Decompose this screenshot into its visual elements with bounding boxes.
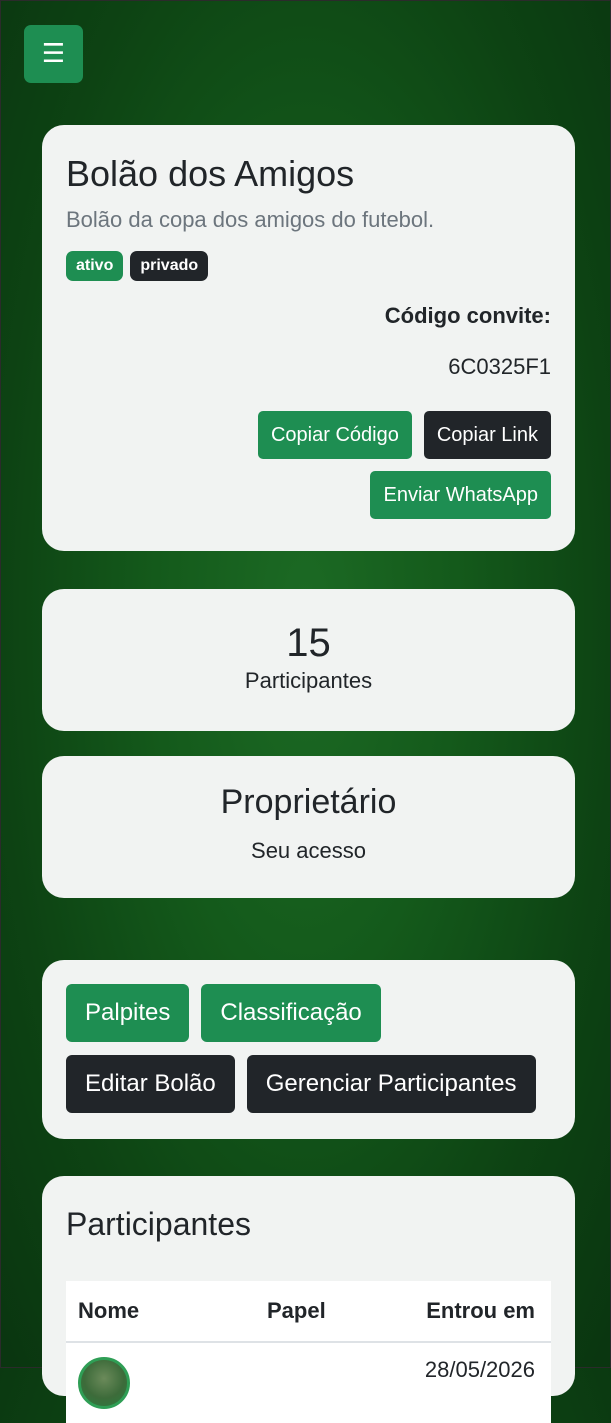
actions-row-primary: Palpites Classificação (66, 984, 551, 1042)
participants-card: Participantes Nome Papel Entrou em 28/05… (42, 1176, 575, 1423)
participants-count-label: Participantes (244, 668, 373, 693)
invite-code-value: 6C0325F1 (448, 354, 551, 379)
actions-card: Palpites Classificação Editar Bolão Gere… (42, 960, 575, 1139)
role-subtitle: Seu acesso (251, 838, 366, 863)
participants-count: 15 (286, 621, 331, 665)
visibility-badge-private: privado (130, 251, 209, 281)
table-row[interactable]: 28/05/2026 (66, 1342, 551, 1423)
copy-link-button[interactable]: Copiar Link (423, 411, 551, 459)
actions-row-admin: Editar Bolão Gerenciar Participantes (66, 1055, 551, 1113)
status-badge-active: ativo (66, 251, 124, 281)
copy-code-button[interactable]: Copiar Código (257, 411, 412, 459)
participants-table: Nome Papel Entrou em 28/05/2026 (66, 1281, 551, 1423)
status-badges: ativo privado (66, 251, 551, 281)
role-card: Proprietário Seu acesso (42, 756, 575, 898)
manage-participants-button[interactable]: Gerenciar Participantes (246, 1055, 536, 1113)
invite-code-label: Código convite: (384, 303, 551, 328)
column-header-name: Nome (66, 1281, 255, 1343)
participant-role (255, 1342, 404, 1423)
pool-description: Bolão da copa dos amigos do futebol. (66, 207, 435, 232)
edit-pool-button[interactable]: Editar Bolão (66, 1055, 235, 1113)
participant-name-cell (66, 1342, 255, 1423)
send-whatsapp-button[interactable]: Enviar WhatsApp (370, 471, 551, 519)
column-header-role: Papel (255, 1281, 404, 1343)
role-title: Proprietário (220, 783, 397, 821)
table-header-row: Nome Papel Entrou em (66, 1281, 551, 1343)
column-header-joined: Entrou em (404, 1281, 551, 1343)
participant-joined-date: 28/05/2026 (424, 1357, 535, 1382)
menu-icon: ☰ (41, 39, 66, 69)
avatar (78, 1357, 130, 1409)
ranking-button[interactable]: Classificação (201, 984, 381, 1042)
predictions-button[interactable]: Palpites (66, 984, 190, 1042)
pool-title: Bolão dos Amigos (66, 153, 355, 194)
pool-info-card: Bolão dos Amigos Bolão da copa dos amigo… (42, 125, 575, 551)
menu-button[interactable]: ☰ (24, 25, 83, 83)
share-buttons-row: Copiar Código Copiar Link (66, 411, 551, 459)
whatsapp-row: Enviar WhatsApp (66, 471, 551, 519)
participants-stat-card: 15 Participantes (42, 589, 575, 731)
participants-section-title: Participantes (66, 1206, 251, 1242)
